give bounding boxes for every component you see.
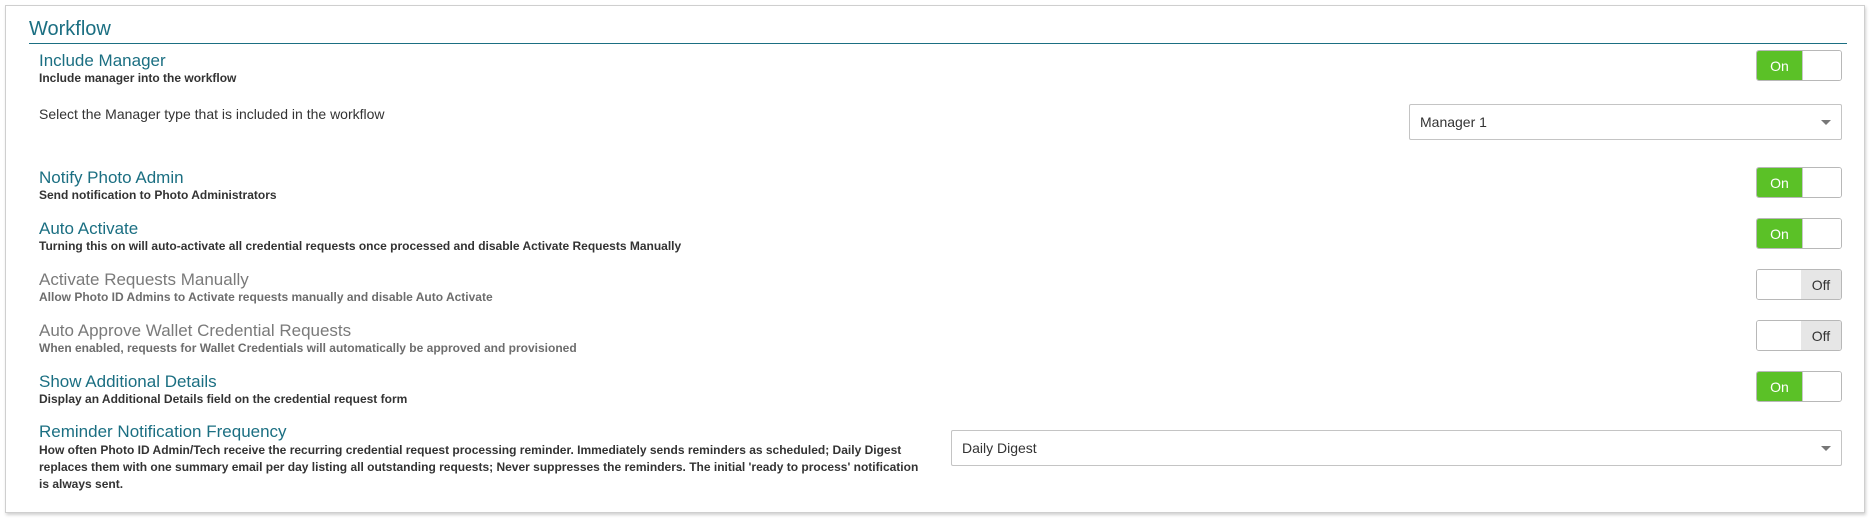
toggle-knob: [1802, 372, 1841, 401]
reminder-frequency-title: Reminder Notification Frequency: [39, 422, 287, 441]
toggle-off-label: Off: [1801, 270, 1841, 299]
activate-manually-toggle[interactable]: Off: [1756, 269, 1842, 300]
reminder-frequency-select[interactable]: Daily Digest: [951, 430, 1842, 466]
show-additional-details-title: Show Additional Details: [39, 372, 217, 391]
show-additional-details-description: Display an Additional Details field on t…: [39, 392, 408, 406]
toggle-on-label: On: [1757, 372, 1802, 401]
toggle-knob: [1757, 270, 1802, 299]
activate-manually-description: Allow Photo ID Admins to Activate reques…: [39, 290, 493, 304]
toggle-off-label: Off: [1801, 321, 1841, 350]
auto-activate-description: Turning this on will auto-activate all c…: [39, 239, 682, 253]
section-title: Workflow: [29, 18, 111, 40]
activate-manually-title: Activate Requests Manually: [39, 270, 249, 289]
auto-approve-wallet-description: When enabled, requests for Wallet Creden…: [39, 341, 577, 355]
section-divider: [29, 43, 1847, 44]
auto-activate-toggle[interactable]: On: [1756, 218, 1842, 249]
include-manager-description: Include manager into the workflow: [39, 71, 237, 85]
toggle-on-label: On: [1757, 51, 1802, 80]
toggle-on-label: On: [1757, 219, 1802, 248]
toggle-knob: [1802, 51, 1841, 80]
notify-photo-admin-toggle[interactable]: On: [1756, 167, 1842, 198]
auto-activate-title: Auto Activate: [39, 219, 139, 238]
reminder-frequency-description: How often Photo ID Admin/Tech receive th…: [39, 443, 919, 491]
toggle-on-label: On: [1757, 168, 1802, 197]
auto-approve-wallet-toggle[interactable]: Off: [1756, 320, 1842, 351]
workflow-panel: Workflow Include Manager Include manager…: [5, 5, 1865, 513]
toggle-knob: [1802, 219, 1841, 248]
manager-type-label: Select the Manager type that is included…: [39, 106, 385, 122]
toggle-knob: [1802, 168, 1841, 197]
chevron-down-icon: [1821, 446, 1831, 451]
notify-photo-admin-description: Send notification to Photo Administrator…: [39, 188, 277, 202]
reminder-frequency-value: Daily Digest: [962, 440, 1037, 456]
manager-type-select[interactable]: Manager 1: [1409, 104, 1842, 140]
toggle-knob: [1757, 321, 1802, 350]
chevron-down-icon: [1821, 120, 1831, 125]
auto-approve-wallet-title: Auto Approve Wallet Credential Requests: [39, 321, 352, 340]
include-manager-toggle[interactable]: On: [1756, 50, 1842, 81]
include-manager-title: Include Manager: [39, 51, 166, 70]
show-additional-details-toggle[interactable]: On: [1756, 371, 1842, 402]
manager-type-value: Manager 1: [1420, 114, 1487, 130]
notify-photo-admin-title: Notify Photo Admin: [39, 168, 184, 187]
